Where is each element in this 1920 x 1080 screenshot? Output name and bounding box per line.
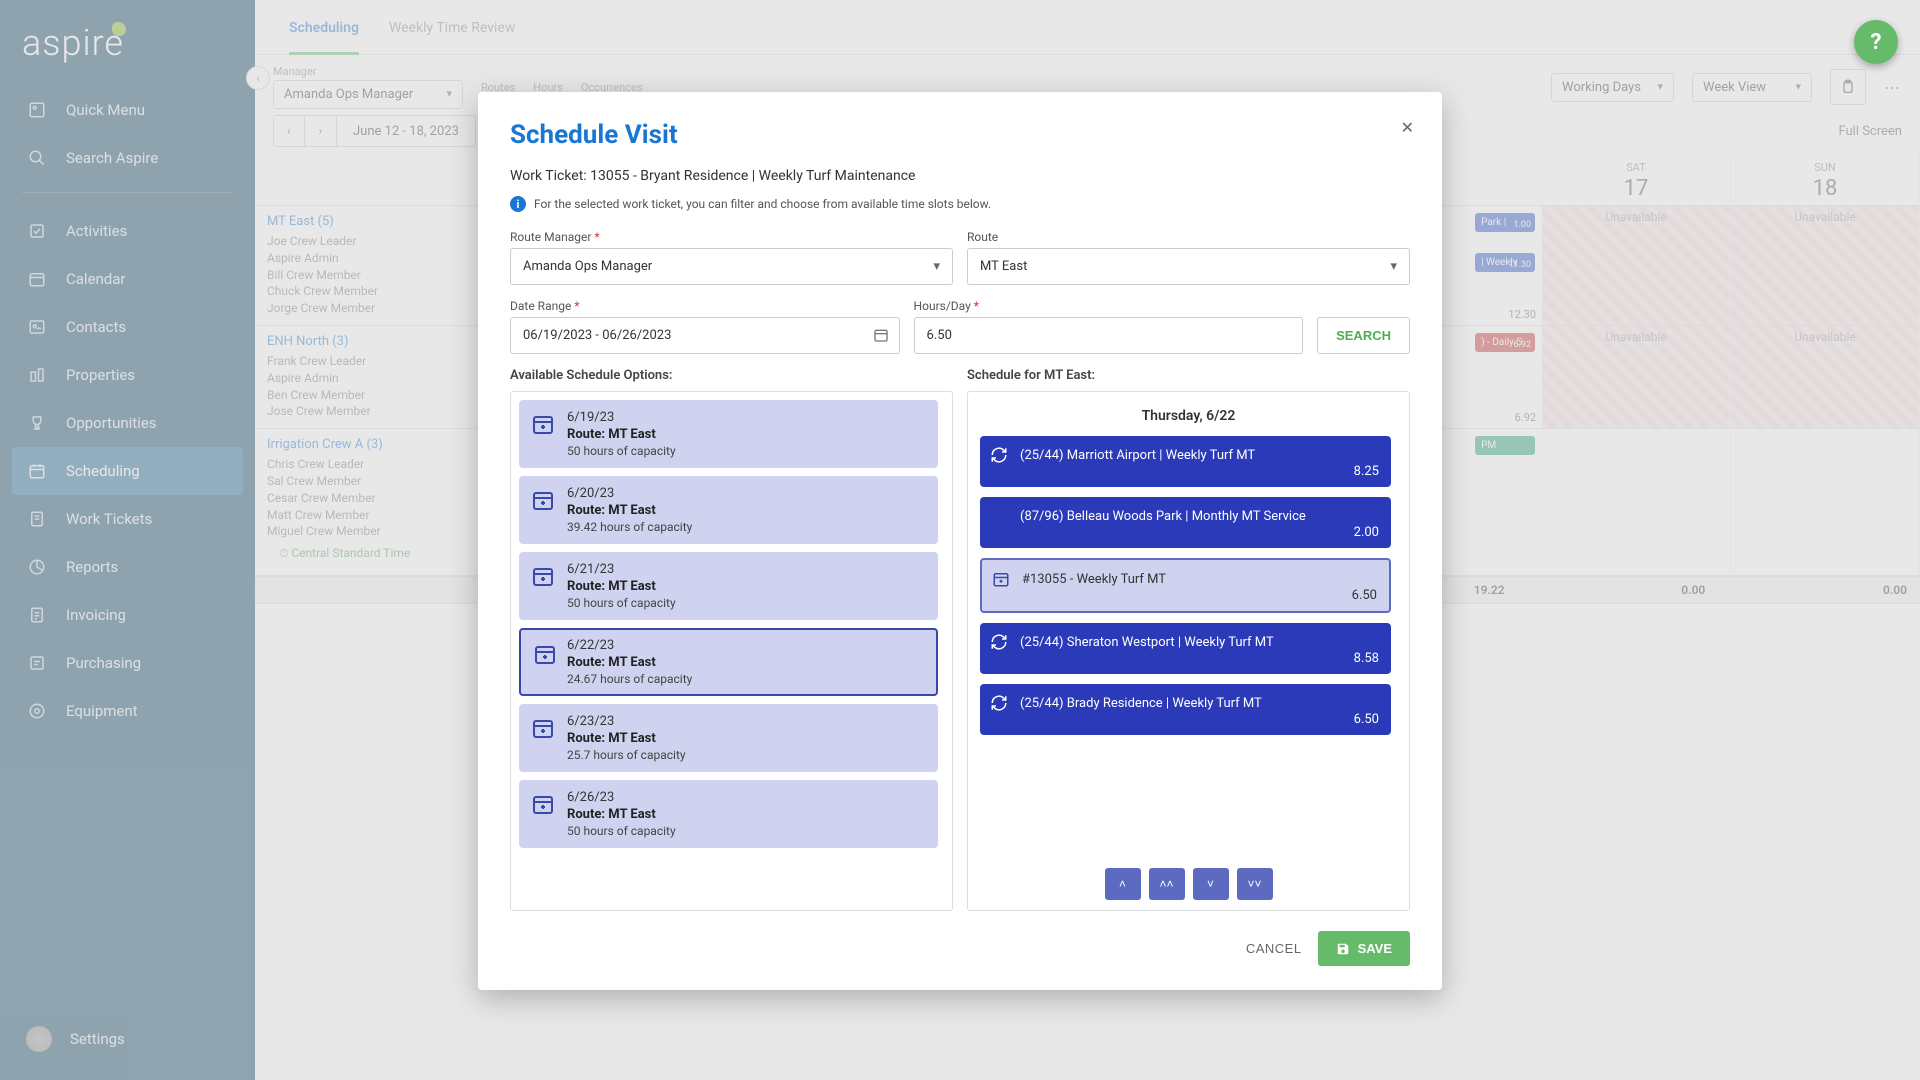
- date-range-input[interactable]: 06/19/2023 - 06/26/2023: [510, 317, 900, 354]
- recur-icon: [990, 446, 1008, 464]
- move-down-button[interactable]: ˅: [1193, 868, 1229, 900]
- calendar-add-icon: [531, 412, 555, 436]
- visit-hours: 6.50: [1352, 588, 1377, 603]
- visit-item[interactable]: (25/44) Brady Residence | Weekly Turf MT…: [980, 684, 1391, 735]
- route-select[interactable]: MT East: [967, 248, 1410, 285]
- work-ticket-line: Work Ticket: 13055 - Bryant Residence | …: [510, 168, 1410, 184]
- available-options-header: Available Schedule Options:: [510, 368, 953, 383]
- visit-text: (25/44) Sheraton Westport | Weekly Turf …: [1020, 635, 1274, 650]
- slot-option[interactable]: 6/21/23Route: MT East50 hours of capacit…: [519, 552, 938, 620]
- visit-hours: 6.50: [1354, 712, 1379, 727]
- slot-option[interactable]: 6/19/23Route: MT East50 hours of capacit…: [519, 400, 938, 468]
- calendar-add-icon: [533, 642, 557, 666]
- route-manager-field: Route Manager * Amanda Ops Manager: [510, 230, 953, 285]
- slot-option-selected[interactable]: 6/22/23Route: MT East24.67 hours of capa…: [519, 628, 938, 696]
- route-manager-select[interactable]: Amanda Ops Manager: [510, 248, 953, 285]
- cancel-button[interactable]: CANCEL: [1246, 941, 1302, 956]
- visit-text: #13055 - Weekly Turf MT: [1022, 572, 1166, 587]
- schedule-for-header: Schedule for MT East:: [967, 368, 1410, 383]
- route-field: Route MT East: [967, 230, 1410, 285]
- recur-icon: [990, 633, 1008, 651]
- visit-item[interactable]: (87/96) Belleau Woods Park | Monthly MT …: [980, 497, 1391, 548]
- move-top-button[interactable]: ˄˄: [1149, 868, 1185, 900]
- visit-item-new[interactable]: #13055 - Weekly Turf MT 6.50: [980, 558, 1391, 613]
- visit-hours: 8.58: [1354, 651, 1379, 666]
- info-row: i For the selected work ticket, you can …: [510, 196, 1410, 212]
- available-slots-box: 6/19/23Route: MT East50 hours of capacit…: [510, 391, 953, 911]
- move-up-button[interactable]: ˄: [1105, 868, 1141, 900]
- modal-title: Schedule Visit: [510, 120, 1410, 150]
- visit-text: (25/44) Brady Residence | Weekly Turf MT: [1020, 696, 1262, 711]
- hours-day-input[interactable]: 6.50: [914, 317, 1304, 354]
- field-label: Date Range: [510, 299, 571, 313]
- schedule-visit-modal: ✕ Schedule Visit Work Ticket: 13055 - Br…: [478, 92, 1442, 990]
- recur-icon: [990, 694, 1008, 712]
- search-button[interactable]: SEARCH: [1317, 317, 1410, 354]
- calendar-add-icon: [531, 564, 555, 588]
- slot-option[interactable]: 6/26/23Route: MT East50 hours of capacit…: [519, 780, 938, 848]
- hours-day-field: Hours/Day * 6.50: [914, 299, 1304, 354]
- visit-item[interactable]: (25/44) Sheraton Westport | Weekly Turf …: [980, 623, 1391, 674]
- date-range-field: Date Range * 06/19/2023 - 06/26/2023: [510, 299, 900, 354]
- reorder-buttons: ˄ ˄˄ ˅ ˅˅: [976, 858, 1401, 902]
- close-button[interactable]: ✕: [1401, 118, 1414, 138]
- save-button[interactable]: SAVE: [1318, 931, 1410, 966]
- info-text: For the selected work ticket, you can fi…: [534, 197, 991, 211]
- field-label: Hours/Day: [914, 299, 971, 313]
- modal-overlay: ✕ Schedule Visit Work Ticket: 13055 - Br…: [0, 0, 1920, 1080]
- visit-text: (25/44) Marriott Airport | Weekly Turf M…: [1020, 448, 1255, 463]
- slot-option[interactable]: 6/20/23Route: MT East39.42 hours of capa…: [519, 476, 938, 544]
- calendar-add-icon: [531, 716, 555, 740]
- field-label: Route Manager: [510, 230, 591, 244]
- calendar-icon: [873, 327, 889, 343]
- info-icon: i: [510, 196, 526, 212]
- schedule-box: Thursday, 6/22 (25/44) Marriott Airport …: [967, 391, 1410, 911]
- visit-hours: 2.00: [1354, 525, 1379, 540]
- visit-text: (87/96) Belleau Woods Park | Monthly MT …: [1020, 509, 1306, 524]
- schedule-day-header: Thursday, 6/22: [976, 400, 1401, 436]
- modal-actions: CANCEL SAVE: [510, 931, 1410, 966]
- visit-item[interactable]: (25/44) Marriott Airport | Weekly Turf M…: [980, 436, 1391, 487]
- slot-option[interactable]: 6/23/23Route: MT East25.7 hours of capac…: [519, 704, 938, 772]
- calendar-add-icon: [992, 570, 1010, 588]
- calendar-add-icon: [531, 488, 555, 512]
- visits-scroll[interactable]: (25/44) Marriott Airport | Weekly Turf M…: [976, 436, 1401, 858]
- field-label: Route: [967, 230, 1410, 244]
- save-label: SAVE: [1358, 941, 1392, 956]
- calendar-add-icon: [531, 792, 555, 816]
- save-icon: [1336, 942, 1350, 956]
- visit-hours: 8.25: [1354, 464, 1379, 479]
- move-bottom-button[interactable]: ˅˅: [1237, 868, 1273, 900]
- slots-scroll[interactable]: 6/19/23Route: MT East50 hours of capacit…: [519, 400, 944, 902]
- help-button[interactable]: ?: [1854, 20, 1898, 64]
